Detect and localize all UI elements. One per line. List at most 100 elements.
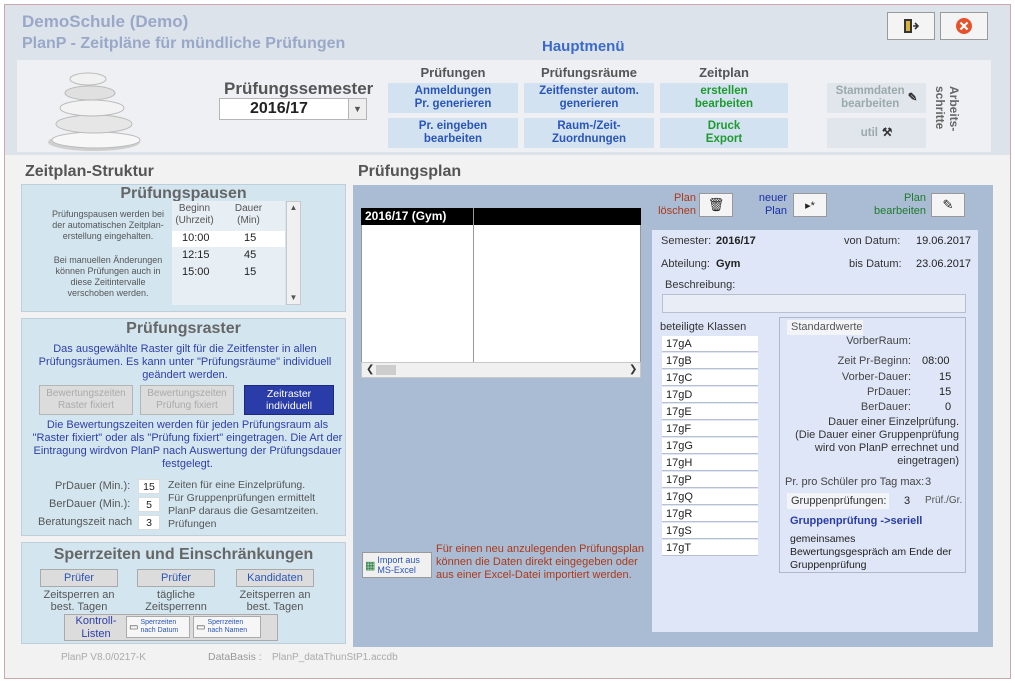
raster-title: Prüfungsraster (126, 320, 241, 337)
pausen-scrollbar[interactable]: ▲ ▼ (286, 201, 301, 305)
close-icon (956, 18, 972, 34)
prdauer-std-value: 15 (939, 386, 952, 398)
std-note: Dauer einer Einzelprüfung. (Die Dauer ei… (795, 416, 959, 467)
chevron-down-icon[interactable]: ▼ (348, 99, 366, 119)
beratung-input[interactable]: 3 (138, 515, 160, 530)
col-head-pruefungen: Prüfungen (420, 65, 486, 80)
plan-bearbeiten-label: Plan bearbeiten (874, 192, 926, 217)
sperr-namen-button[interactable]: ▭ Sperrzeiten nach Namen (193, 616, 261, 638)
berdauer-std-value: 0 (945, 401, 952, 413)
klasse-item[interactable]: 17gC (662, 370, 758, 386)
anmeldungen-button[interactable]: Anmeldungen Pr. generieren (388, 83, 518, 113)
scroll-right-icon[interactable]: ❯ (629, 364, 637, 375)
stammdaten-label: Stammdaten bearbeiten (835, 85, 905, 110)
klasse-item[interactable]: 17gE (662, 404, 758, 420)
neuer-plan-button[interactable]: ▸* (793, 193, 827, 217)
scroll-left-icon[interactable]: ❮ (366, 364, 374, 375)
sperr-namen-label: Sperrzeiten nach Namen (207, 619, 248, 634)
vorber-dauer-label: Vorber-Dauer: (841, 371, 911, 383)
pausen-desc2: Bei manuellen Änderungen können Prüfunge… (53, 255, 163, 298)
list-column-divider (473, 208, 474, 362)
import-excel-button[interactable]: ▦ Import aus MS-Excel (362, 552, 432, 578)
von-datum-value: 19.06.2017 (916, 235, 972, 247)
zeit-beginn-label: Zeit Pr-Beginn: (837, 355, 911, 367)
plan-loeschen-button[interactable]: 🗑 (699, 193, 733, 217)
import-excel-label: Import aus MS-Excel (377, 555, 420, 575)
plan-loeschen-label: Plan löschen (658, 192, 696, 217)
tools-icon: ⚒ (881, 126, 893, 139)
app-title: PlanP - Zeitpläne für mündliche Prüfunge… (22, 35, 346, 52)
abteilung-label: Abteilung: (661, 258, 710, 270)
semester-label: Prüfungssemester (224, 79, 374, 98)
raster-desc2: Die Bewertungszeiten werden für jeden Pr… (32, 419, 343, 470)
prdauer-input[interactable]: 15 (138, 479, 160, 494)
zeitraster-individuell-button[interactable]: Zeitraster individuell (244, 385, 334, 415)
beratung-label: Beratungszeit nach (38, 516, 133, 528)
klasse-item[interactable]: 17gR (662, 506, 758, 522)
struktur-title: Zeitplan-Struktur (25, 163, 154, 180)
standardwerte-title: Standardwerte (787, 320, 863, 335)
klasse-item[interactable]: 17gB (662, 353, 758, 369)
klasse-item[interactable]: 17gT (662, 540, 758, 556)
kandidaten-button[interactable]: Kandidaten (236, 569, 314, 587)
klasse-item[interactable]: 17gH (662, 455, 758, 471)
sperr-sub1: Zeitsperren an best. Tagen (43, 589, 115, 613)
klasse-item[interactable]: 17gP (662, 472, 758, 488)
max-pro-tag-label: Pr. pro Schüler pro Tag max: (785, 476, 925, 488)
vorber-dauer-value: 15 (939, 371, 952, 383)
pause-beginn: 15:00 (182, 266, 210, 278)
pruefer-taeglich-button[interactable]: Prüfer (137, 569, 215, 587)
close-button[interactable] (940, 12, 988, 40)
scroll-down-icon[interactable]: ▼ (287, 292, 300, 304)
scroll-up-icon[interactable]: ▲ (287, 202, 300, 214)
arbeitsschritte-label: Arbeits- schritte (933, 86, 961, 132)
pr-eingeben-button[interactable]: Pr. eingeben bearbeiten (388, 118, 518, 148)
raster-desc: Das ausgewählte Raster gilt für die Zeit… (38, 343, 332, 381)
school-title: DemoSchule (Demo) (22, 12, 189, 31)
berdauer-input[interactable]: 5 (138, 497, 160, 512)
plan-list-hscroll[interactable]: ❮ ❯ (361, 362, 641, 378)
klassen-label: beteiligte Klassen (660, 321, 747, 333)
klasse-item[interactable]: 17gG (662, 438, 758, 454)
plan-list[interactable] (361, 208, 641, 378)
pause-beginn: 10:00 (182, 232, 210, 244)
pruefer-datum-button[interactable]: Prüfer (40, 569, 118, 587)
scroll-thumb[interactable] (376, 365, 396, 375)
seriell-toggle[interactable]: Gruppenprüfung ->seriell (790, 515, 922, 527)
max-pro-tag-value: 3 (925, 476, 932, 488)
zeitfenster-button[interactable]: Zeitfenster autom. generieren (524, 83, 654, 113)
pause-dauer: 45 (244, 249, 257, 261)
raster-fixiert-button[interactable]: Bewertungszeiten Raster fixiert (39, 385, 133, 415)
klasse-item[interactable]: 17gD (662, 387, 758, 403)
db-value: PlanP_dataThunStP1.accdb (272, 652, 398, 663)
semester-detail-value: 2016/17 (716, 235, 756, 247)
vorberraum-label: VorberRaum: (846, 335, 911, 347)
druck-export-button[interactable]: Druck Export (660, 118, 788, 148)
sperr-datum-label: Sperrzeiten nach Datum (140, 619, 179, 634)
col-head-raeume: Prüfungsräume (540, 65, 638, 80)
klasse-item[interactable]: 17gF (662, 421, 758, 437)
pause-dauer: 15 (244, 232, 257, 244)
pruefung-fixiert-button[interactable]: Bewertungszeiten Prüfung fixiert (140, 385, 234, 415)
zeitplan-erstellen-button[interactable]: erstellen bearbeiten (660, 83, 788, 113)
neuer-plan-label: neuer Plan (758, 192, 787, 217)
raster-note: Zeiten für eine Einzelprüfung. Für Grupp… (168, 479, 319, 530)
report-icon: ▭ (196, 621, 206, 633)
plan-title: Prüfungsplan (358, 163, 462, 180)
util-button[interactable]: util ⚒ (827, 118, 926, 148)
stammdaten-button[interactable]: Stammdaten bearbeiten ✎ (827, 83, 926, 113)
klasse-item[interactable]: 17gS (662, 523, 758, 539)
exit-button[interactable] (887, 12, 935, 40)
klasse-item[interactable]: 17gA (662, 336, 758, 352)
prdauer-std-label: PrDauer: (866, 386, 911, 398)
db-label: DataBasis : (208, 651, 262, 663)
pause-dauer: 15 (244, 266, 257, 278)
raum-zeit-button[interactable]: Raum-/Zeit- Zuordnungen (524, 118, 654, 148)
sperr-datum-button[interactable]: ▭ Sperrzeiten nach Datum (126, 616, 190, 638)
plan-bearbeiten-button[interactable]: ✎ (931, 193, 965, 217)
abteilung-value: Gym (716, 258, 741, 270)
excel-icon: ▦ (365, 559, 376, 572)
beschreibung-input[interactable] (662, 294, 966, 313)
import-note: Für einen neu anzulegenden Prüfungsplan … (436, 543, 644, 581)
klasse-item[interactable]: 17gQ (662, 489, 758, 505)
